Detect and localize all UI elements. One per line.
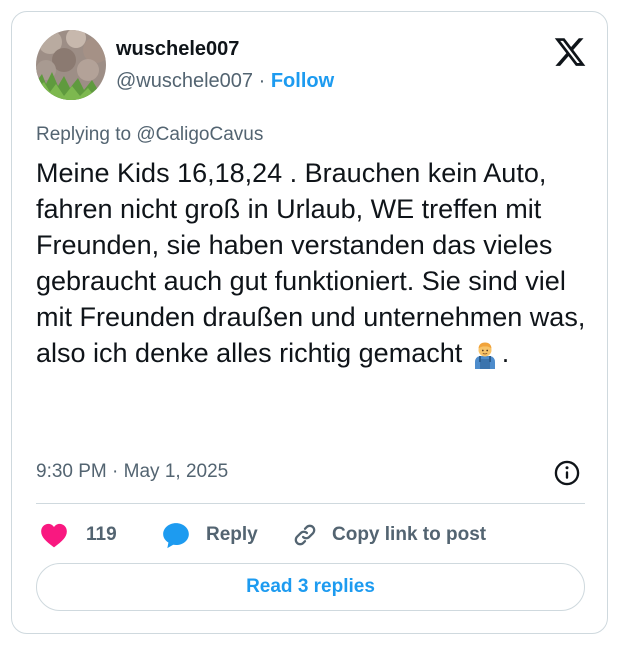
avatar[interactable] xyxy=(36,30,106,100)
follow-link[interactable]: Follow xyxy=(271,70,334,92)
replying-to: Replying to @CaligoCavus xyxy=(36,124,263,146)
reply-mention-link[interactable]: @CaligoCavus xyxy=(136,124,263,145)
like-count: 119 xyxy=(86,524,117,545)
copy-link-button[interactable]: Copy link to post xyxy=(292,520,486,550)
tweet-trailing-text: . xyxy=(501,338,510,368)
man-mechanic-emoji xyxy=(470,340,500,379)
reply-label: Reply xyxy=(206,524,258,545)
link-icon xyxy=(294,524,316,546)
reply-button[interactable]: Reply xyxy=(162,520,258,550)
avatar-image xyxy=(36,30,106,100)
tweet-timestamp[interactable]: 9:30 PM · May 1, 2025 xyxy=(36,461,228,483)
author-handle-row: @wuschele007 · Follow xyxy=(116,70,334,93)
copy-link-label: Copy link to post xyxy=(332,524,487,545)
like-button[interactable]: 119 xyxy=(40,520,117,550)
author-handle[interactable]: @wuschele007 xyxy=(116,70,253,92)
speech-bubble-icon xyxy=(163,523,189,549)
replying-to-prefix: Replying to xyxy=(36,124,137,145)
tweet-card: wuschele007 @wuschele007 · Follow Replyi… xyxy=(11,11,608,634)
tweet-body: Meine Kids 16,18,24 . Brauchen kein Auto… xyxy=(36,158,586,368)
heart-icon xyxy=(41,523,67,548)
handle-separator: · xyxy=(253,70,271,92)
info-icon[interactable] xyxy=(553,459,581,487)
tweet-text: Meine Kids 16,18,24 . Brauchen kein Auto… xyxy=(36,155,596,379)
author-display-name[interactable]: wuschele007 xyxy=(116,38,239,61)
read-replies-button[interactable]: Read 3 replies xyxy=(36,563,585,611)
divider xyxy=(36,503,585,504)
x-logo-icon[interactable] xyxy=(553,35,587,69)
